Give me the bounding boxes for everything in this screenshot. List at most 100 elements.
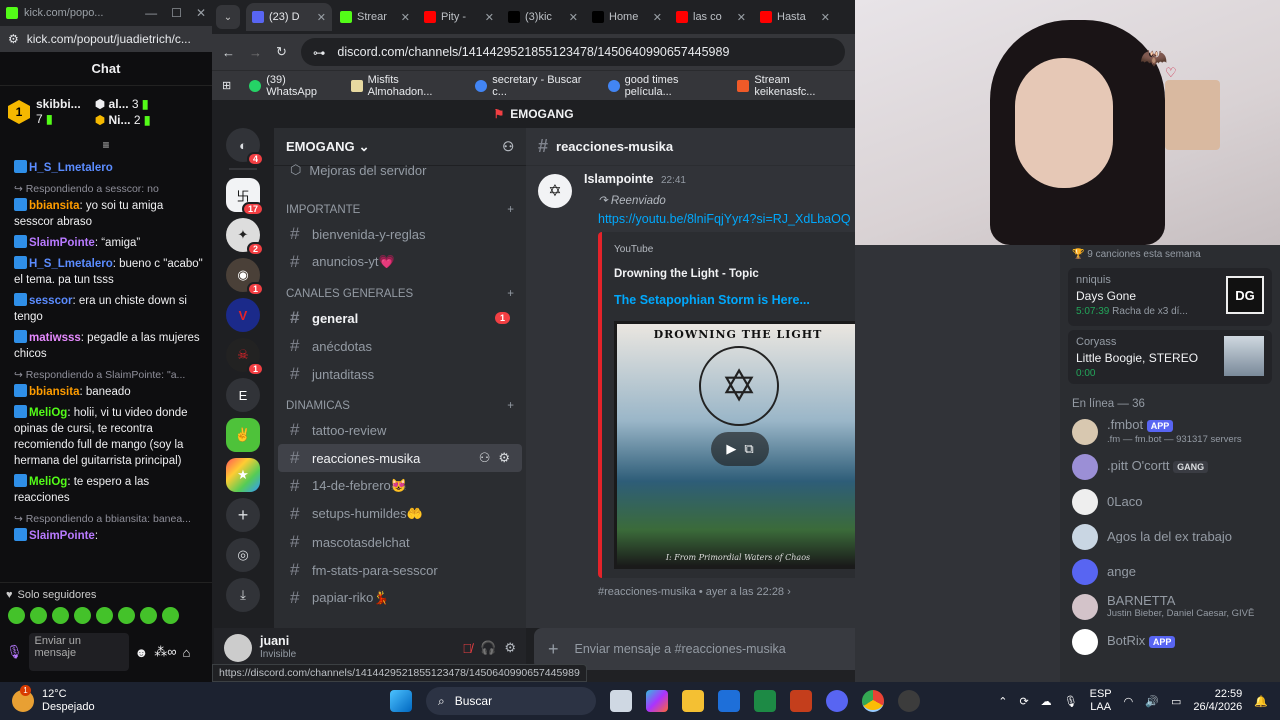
channel-settings-icon[interactable]: ⚙ [498,450,510,466]
chat-message[interactable]: sesscor: era un chiste down si tengo [14,293,206,325]
video-thumbnail[interactable]: DROWNING THE LIGHT ✡ ▶ ⧉ I: From Primordi… [614,321,855,569]
chat-message[interactable]: H_S_Lmetalero: bueno c "acabo" el tema. … [14,256,206,288]
member-item[interactable]: 0Laco [1060,484,1280,519]
chat-message[interactable]: MeliOg: holii, vi tu video donde opinas … [14,405,206,469]
channel-item[interactable]: # mascotasdelchat [278,528,522,556]
channel-item[interactable]: # fm-stats-para-sesscor [278,556,522,584]
forward-source[interactable]: #reacciones-musika • ayer a las 22:28 › [598,586,791,598]
chrome-icon[interactable] [862,690,884,712]
bookmark-whatsapp[interactable]: (39) WhatsApp [249,74,332,98]
emote-icon[interactable] [140,607,157,624]
embed-author[interactable]: Drowning the Light - Topic [614,268,855,280]
embed-title[interactable]: The Setapophian Storm is Here... [614,293,855,307]
channel-item[interactable]: # anuncios-yt💗 [278,248,522,276]
emote-icon[interactable] [162,607,179,624]
channel-item[interactable]: # juntaditass [278,360,522,388]
chat-username[interactable]: SlaimPointe [29,530,95,542]
activity-card[interactable]: nniquis Days Gone 5:07:39 Racha de x3 dí… [1068,268,1272,326]
maximize-icon[interactable]: ☐ [171,6,182,20]
excel-icon[interactable] [754,690,776,712]
clock[interactable]: 22:59 26/4/2026 [1193,688,1242,714]
chat-username[interactable]: bbiansita [29,386,79,398]
invite-icon[interactable]: ⚇ [502,139,514,155]
notifications-icon[interactable]: 🔔 [1254,695,1268,708]
bookmark-misfits[interactable]: Misfits Almohadon... [350,74,458,98]
channel-item[interactable]: # setups-humildes🤲 [278,500,522,528]
obs-icon[interactable] [898,690,920,712]
emote-icon[interactable] [30,607,47,624]
bookmark-good-times[interactable]: good times película... [607,74,720,98]
browser-tab[interactable]: las co ✕ [670,3,752,31]
forward-icon[interactable]: → [249,45,262,60]
chat-username[interactable]: matiwsss [29,332,81,344]
settings-gear-icon[interactable]: ⚙ [504,640,516,656]
site-settings-icon[interactable]: ⚙ [8,32,19,46]
start-icon[interactable] [390,690,412,712]
channel-item[interactable]: # papiar-riko💃 [278,584,522,612]
chat-username[interactable]: H_S_Lmetalero [29,162,113,174]
close-tab-icon[interactable]: ✕ [737,11,746,24]
powerpoint-icon[interactable] [790,690,812,712]
browser-tab[interactable]: (3)kic ✕ [502,3,584,31]
close-tab-icon[interactable]: ✕ [569,11,578,24]
mic-tray-icon[interactable]: 🎙 [1064,695,1078,708]
task-view-icon[interactable] [610,690,632,712]
add-channel-icon[interactable]: + [507,288,514,300]
chat-message[interactable]: H_S_Lmetalero [14,160,206,176]
headphones-icon[interactable]: 🎧 [480,640,496,656]
chat-username[interactable]: bbiansita [29,200,79,212]
close-icon[interactable]: ✕ [196,6,206,20]
browser-tab[interactable]: Strear ✕ [334,3,416,31]
site-info-icon[interactable]: ⊶ [313,45,326,60]
taskbar-search[interactable]: ⌕ Buscar [426,687,596,715]
kick-urlbar[interactable]: ⚙ kick.com/popout/juadietrich/c... [0,26,212,52]
author-avatar[interactable]: ✡ [538,174,572,208]
message-author[interactable]: Islampointe [584,172,653,186]
server-icon[interactable]: V [226,298,260,332]
copilot-icon[interactable] [646,690,668,712]
minimize-icon[interactable]: — [145,6,157,20]
category-dinamicas[interactable]: DINAMICAS + [274,388,526,416]
avatar[interactable] [224,634,252,662]
chat-message[interactable]: matiwsss: pegadle a las mujeres chicos [14,330,206,362]
chat-username[interactable]: MeliOg [29,476,67,488]
mic-muted-icon[interactable]: 🎙̸ [462,641,472,656]
emoji-icon[interactable]: ☻ [135,645,149,660]
tray-chevron-icon[interactable]: ⌃ [998,695,1007,708]
apps-icon[interactable]: ⊞ [222,79,231,92]
chat-message[interactable]: MeliOg: te espero a las reacciones [14,474,206,506]
member-item[interactable]: BotRix APP [1060,624,1280,659]
close-tab-icon[interactable]: ✕ [317,11,326,24]
download-icon[interactable]: ⤓ [226,578,260,612]
add-channel-icon[interactable]: + [507,204,514,216]
channel-item[interactable]: # bienvenida-y-reglas [278,220,522,248]
server-icon[interactable]: ◉ 1 [226,258,264,296]
channel-item[interactable]: # reacciones-musika ⚇ ⚙ [278,444,522,472]
server-icon[interactable]: ✌ [226,418,260,452]
activity-card[interactable]: Coryass Little Boogie, STEREO 0:00 [1068,330,1272,384]
add-server-icon[interactable]: + [226,498,260,532]
wifi-icon[interactable]: ◠ [1124,695,1134,708]
add-attachment-icon[interactable]: + [548,639,559,660]
chat-message[interactable]: ↪ Respondiendo a SlaimPointe: "a... bbian… [14,367,206,400]
chat-input[interactable]: Enviar un mensaje [28,633,129,671]
emote-icon[interactable] [118,607,135,624]
bookmark-secretary[interactable]: secretary - Buscar c... [475,74,589,98]
channel-item[interactable]: # general 1 [278,304,522,332]
message-link[interactable]: https://youtu.be/8lniFqjYyr4?si=RJ_XdLba… [598,212,851,226]
explore-icon[interactable]: ◎ [226,538,260,572]
add-channel-icon[interactable]: + [507,400,514,412]
channel-item[interactable]: # anécdotas [278,332,522,360]
chat-message[interactable]: ↪ Respondiendo a sesscor: no bbiansita: y… [14,181,206,230]
chat-username[interactable]: SlaimPointe [29,237,95,249]
store-icon[interactable]: ⌂ [182,645,190,660]
open-external-icon[interactable]: ⧉ [744,441,753,457]
discord-home-icon[interactable]: ◐ 4 [226,128,264,166]
pin-toggle-icon[interactable]: ≡ [0,138,212,158]
browser-tab[interactable]: (23) D ✕ [246,3,332,31]
member-item[interactable]: .fmbot APP .fm — fm.bot — 931317 servers [1060,414,1280,449]
extensions-icon[interactable]: ⁂∞ [154,644,176,660]
chat-message[interactable]: SlaimPointe: “amiga” [14,235,206,251]
server-icon[interactable]: ★ [226,458,260,492]
channel-item[interactable]: # tattoo-review [278,416,522,444]
